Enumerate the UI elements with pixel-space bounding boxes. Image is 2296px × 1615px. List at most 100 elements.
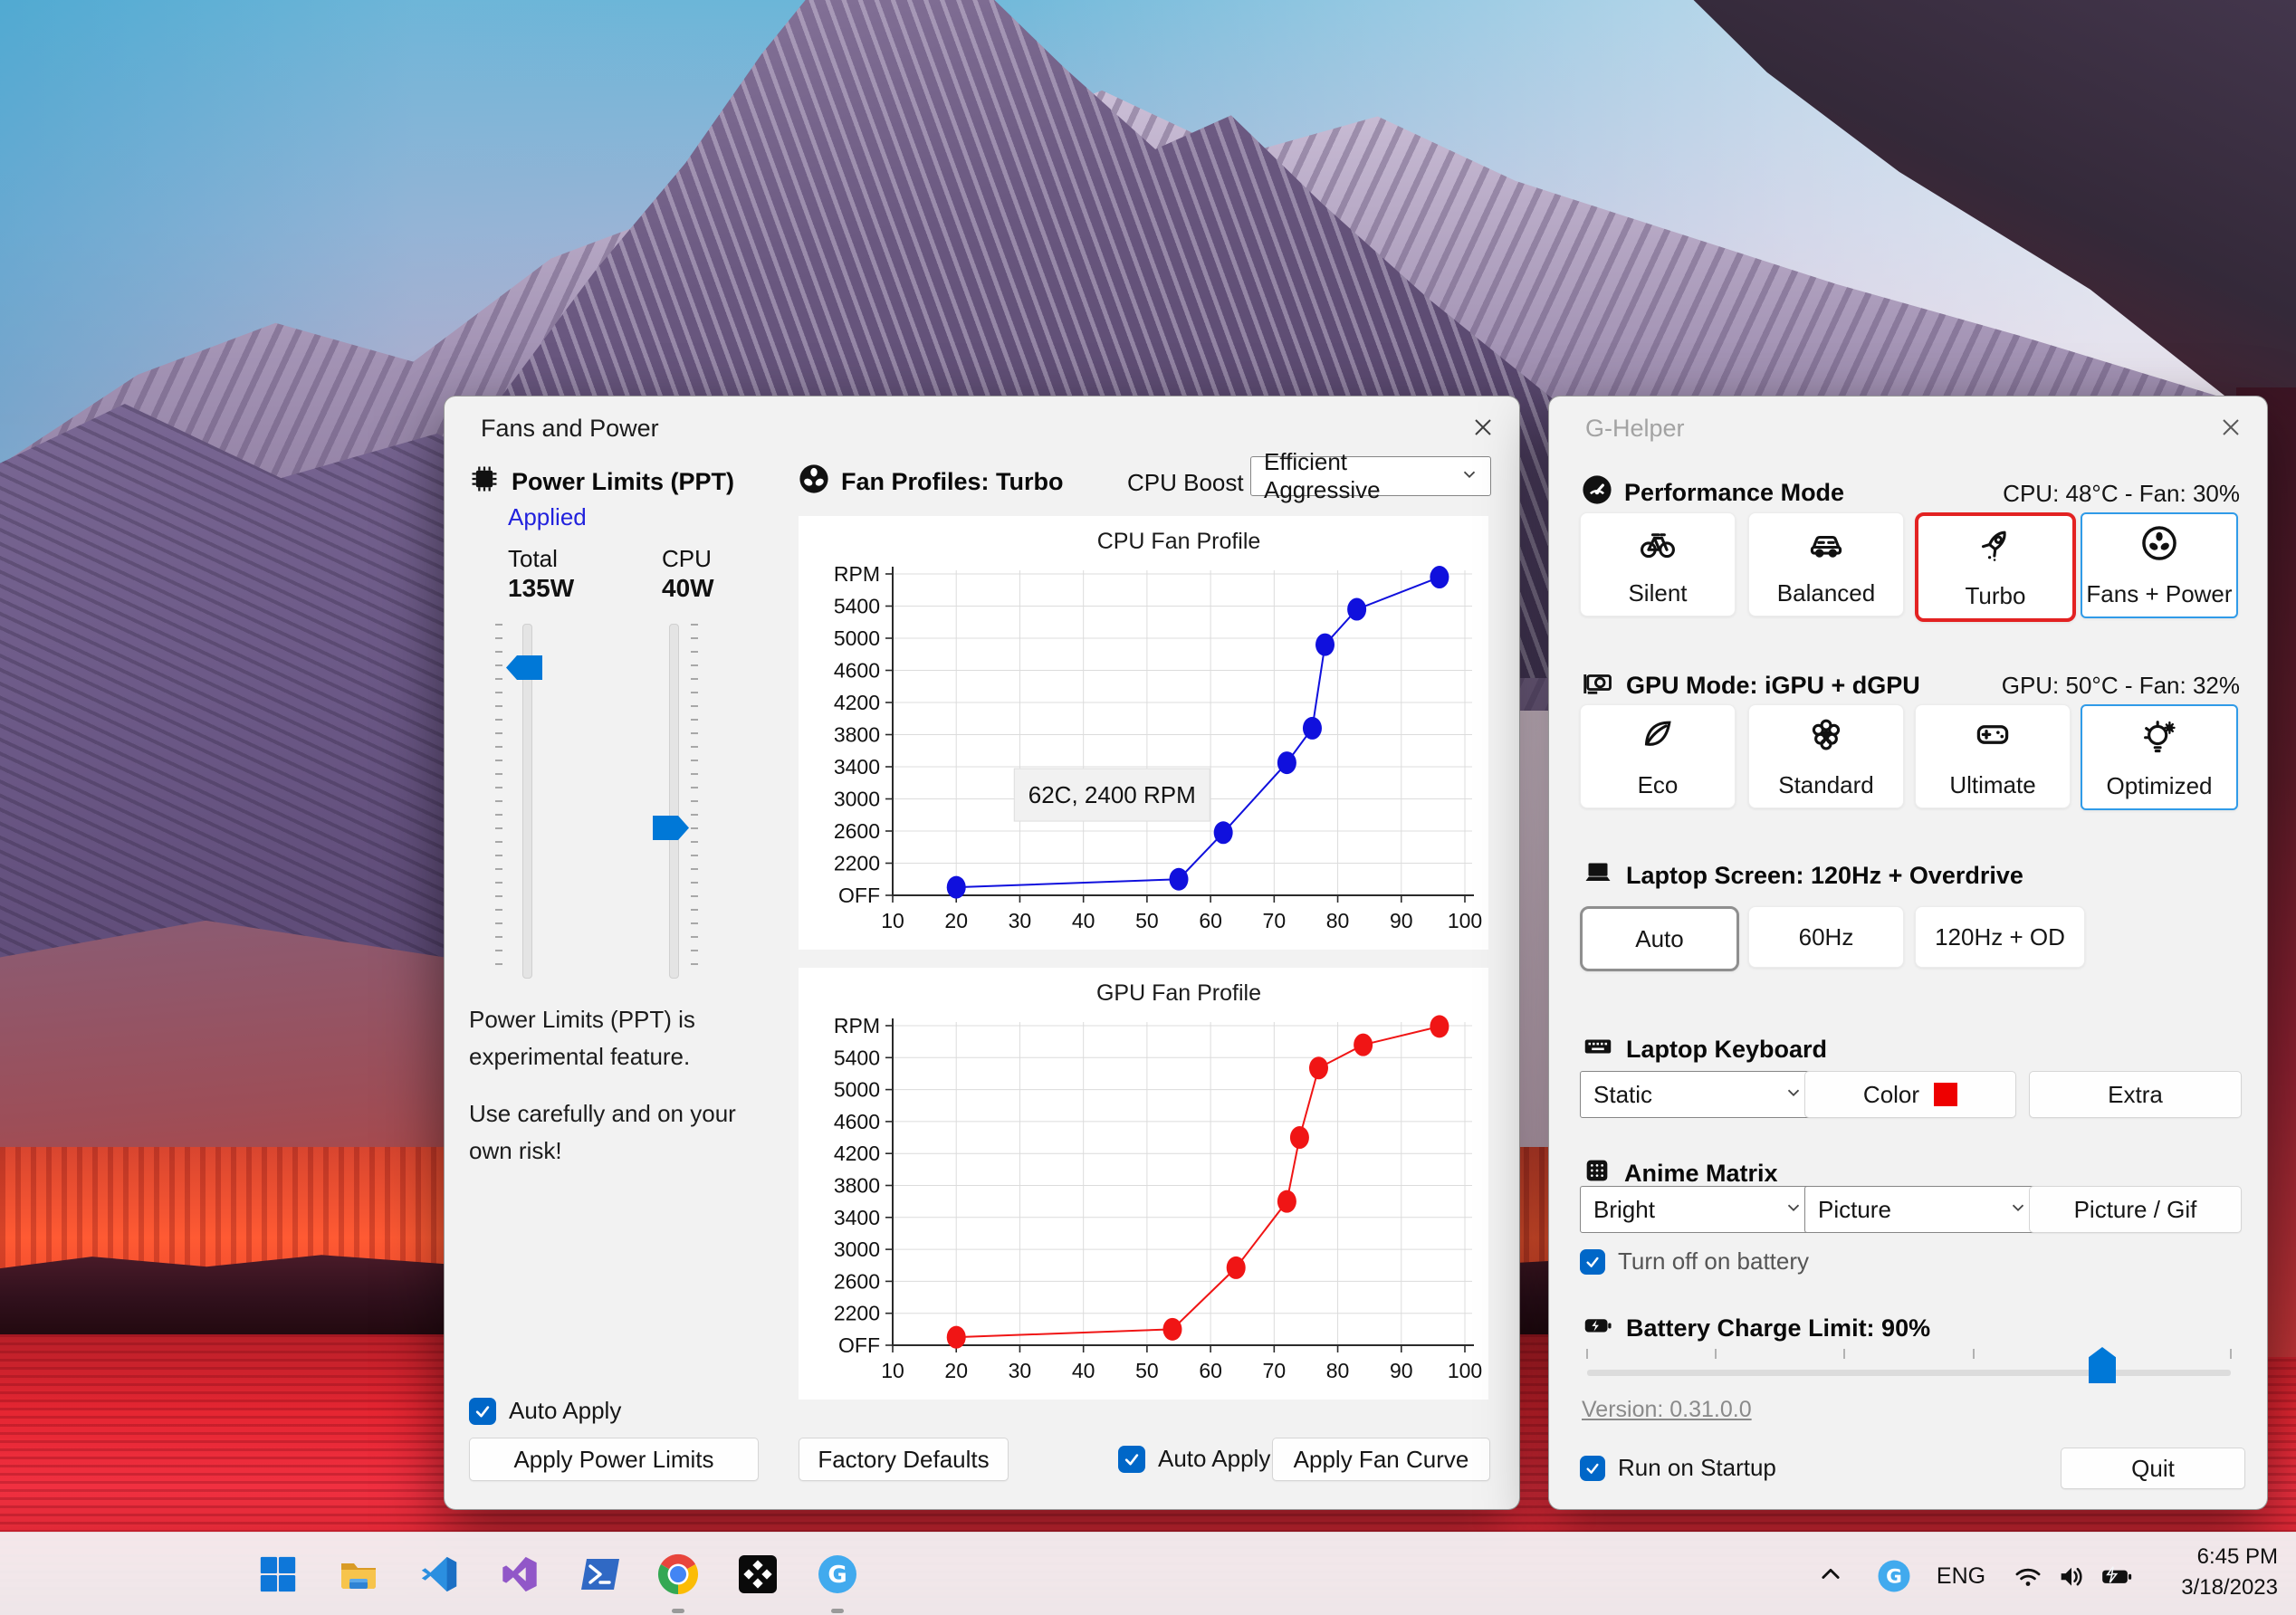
- tray-clock[interactable]: 6:45 PM 3/18/2023: [2181, 1542, 2278, 1603]
- gpu-button-optimized-selected[interactable]: Optimized: [2081, 704, 2238, 810]
- wifi-icon[interactable]: [2008, 1558, 2048, 1594]
- mode-button-balanced[interactable]: Balanced: [1748, 512, 1904, 616]
- svg-text:5000: 5000: [834, 1078, 880, 1102]
- laptop-screen-title: Laptop Screen: 120Hz + Overdrive: [1626, 862, 2023, 889]
- svg-text:3800: 3800: [834, 723, 880, 747]
- chevron-down-icon: [1784, 1081, 1803, 1109]
- keyboard-mode-value: Static: [1593, 1080, 1653, 1108]
- screen-button-auto-selected[interactable]: Auto: [1580, 906, 1739, 971]
- matrix-picture-gif-button[interactable]: Picture / Gif: [2029, 1186, 2242, 1233]
- chevron-down-icon: [1784, 1196, 1803, 1224]
- color-swatch: [1934, 1083, 1958, 1106]
- close-icon[interactable]: [2215, 411, 2247, 444]
- keyboard-extra-button[interactable]: Extra: [2029, 1071, 2242, 1118]
- power-limits-header: Power Limits (PPT): [469, 463, 734, 501]
- turn-off-on-battery-checkbox[interactable]: [1580, 1248, 1605, 1275]
- flower-icon: [1806, 714, 1846, 760]
- volume-icon[interactable]: [2052, 1558, 2091, 1594]
- mode-label: Fans + Power: [2086, 579, 2233, 607]
- total-power-slider-thumb[interactable]: [506, 655, 542, 680]
- svg-text:10: 10: [881, 1359, 904, 1382]
- power-limits-title: Power Limits (PPT): [512, 468, 735, 495]
- svg-text:2600: 2600: [834, 1269, 880, 1293]
- apply-power-limits-button[interactable]: Apply Power Limits: [469, 1438, 759, 1481]
- cpu-power-slider-thumb[interactable]: [653, 816, 689, 840]
- powershell-icon[interactable]: [571, 1545, 629, 1603]
- svg-text:40: 40: [1072, 1359, 1095, 1382]
- file-explorer-icon[interactable]: [330, 1545, 387, 1603]
- screen-option-label: Auto: [1635, 924, 1684, 952]
- gpu-button-standard[interactable]: Standard: [1748, 704, 1904, 808]
- factory-defaults-button[interactable]: Factory Defaults: [799, 1438, 1009, 1481]
- svg-text:10: 10: [881, 909, 904, 932]
- visual-studio-icon[interactable]: [491, 1545, 549, 1603]
- matrix-content-dropdown[interactable]: Picture: [1804, 1186, 2040, 1233]
- battery-charge-slider-track[interactable]: [1587, 1370, 2231, 1376]
- svg-text:3400: 3400: [834, 755, 880, 779]
- mode-button-fans-power[interactable]: Fans + Power: [2081, 512, 2238, 618]
- svg-text:90: 90: [1390, 909, 1413, 932]
- screen-button-60hz[interactable]: 60Hz: [1748, 906, 1904, 968]
- screen-button-120hz-od[interactable]: 120Hz + OD: [1915, 906, 2085, 968]
- cpu-fan-curve-chart[interactable]: CPU Fan Profile RPM 5400 5000 4600 4200 3800 34…: [799, 516, 1488, 950]
- cpu-boost-value: Efficient Aggressive: [1264, 448, 1381, 503]
- svg-text:OFF: OFF: [838, 1333, 880, 1357]
- run-on-startup-checkbox[interactable]: [1580, 1455, 1605, 1481]
- running-indicator: [831, 1609, 844, 1613]
- applied-link[interactable]: Applied: [508, 503, 587, 531]
- svg-text:40: 40: [1072, 909, 1095, 932]
- mode-label: Silent: [1628, 578, 1688, 607]
- gpu-fan-curve-chart[interactable]: GPU Fan Profile RPM 5400 5000 4600 4200 3800 34…: [799, 968, 1488, 1400]
- svg-text:50: 50: [1135, 909, 1159, 932]
- gamepad-icon: [1973, 714, 2013, 760]
- svg-text:5000: 5000: [834, 626, 880, 650]
- tidal-icon[interactable]: [729, 1545, 787, 1603]
- fan-auto-apply-checkbox[interactable]: [1118, 1445, 1145, 1473]
- gpu-button-ultimate[interactable]: Ultimate: [1915, 704, 2071, 808]
- svg-text:3000: 3000: [834, 788, 880, 811]
- tray-g-helper-icon[interactable]: G: [1874, 1556, 1914, 1596]
- svg-text:G: G: [828, 1562, 847, 1589]
- matrix-brightness-dropdown[interactable]: Bright: [1580, 1186, 1815, 1233]
- cpu-label: CPU: [662, 545, 712, 572]
- running-indicator: [672, 1609, 684, 1613]
- power-auto-apply-checkbox[interactable]: [469, 1397, 496, 1425]
- keyboard-mode-dropdown[interactable]: Static: [1580, 1071, 1815, 1118]
- tray-language[interactable]: ENG: [1932, 1560, 1990, 1592]
- cpu-power-slider-track[interactable]: [669, 624, 679, 979]
- keyboard-icon: [1582, 1030, 1614, 1069]
- mode-button-turbo-selected[interactable]: Turbo: [1915, 512, 2076, 622]
- cpu-boost-label: CPU Boost: [1127, 469, 1244, 496]
- chrome-icon[interactable]: [649, 1545, 707, 1603]
- svg-text:20: 20: [944, 1359, 968, 1382]
- version-link[interactable]: Version: 0.31.0.0: [1582, 1397, 1752, 1423]
- battery-charge-title: Battery Charge Limit: 90%: [1626, 1314, 1931, 1342]
- svg-text:80: 80: [1326, 909, 1350, 932]
- risk-warning: Use carefully and on your own risk!: [469, 1100, 736, 1164]
- tray-time: 6:45 PM: [2196, 1544, 2278, 1569]
- mode-button-silent[interactable]: Silent: [1580, 512, 1736, 616]
- vscode-icon[interactable]: [410, 1545, 468, 1603]
- fan-auto-apply-row: Auto Apply: [1118, 1445, 1270, 1473]
- color-button-label: Color: [1862, 1080, 1920, 1108]
- tray-chevron-up-icon[interactable]: [1813, 1558, 1849, 1591]
- window-title: G-Helper: [1585, 415, 1685, 442]
- fan-power-icon: [2139, 523, 2179, 569]
- anime-matrix-title: Anime Matrix: [1624, 1160, 1778, 1187]
- quit-button[interactable]: Quit: [2061, 1448, 2245, 1489]
- apply-fan-curve-button[interactable]: Apply Fan Curve: [1272, 1438, 1490, 1481]
- windows-start-icon[interactable]: [249, 1545, 307, 1603]
- rocket-icon: [1976, 525, 2015, 571]
- close-icon[interactable]: [1467, 411, 1499, 444]
- battery-charging-icon[interactable]: [2095, 1558, 2138, 1594]
- svg-text:60: 60: [1199, 1359, 1222, 1382]
- svg-text:4600: 4600: [834, 1110, 880, 1133]
- gpu-button-eco[interactable]: Eco: [1580, 704, 1736, 808]
- bulb-gear-icon: [2139, 715, 2179, 761]
- keyboard-color-button[interactable]: Color: [1804, 1071, 2016, 1118]
- cpu-boost-dropdown[interactable]: Efficient Aggressive: [1250, 448, 1491, 503]
- g-helper-taskbar-icon[interactable]: G: [808, 1545, 866, 1603]
- mode-label: Ultimate: [1949, 770, 2036, 798]
- svg-text:62C, 2400 RPM: 62C, 2400 RPM: [1028, 781, 1196, 808]
- svg-text:70: 70: [1263, 909, 1287, 932]
